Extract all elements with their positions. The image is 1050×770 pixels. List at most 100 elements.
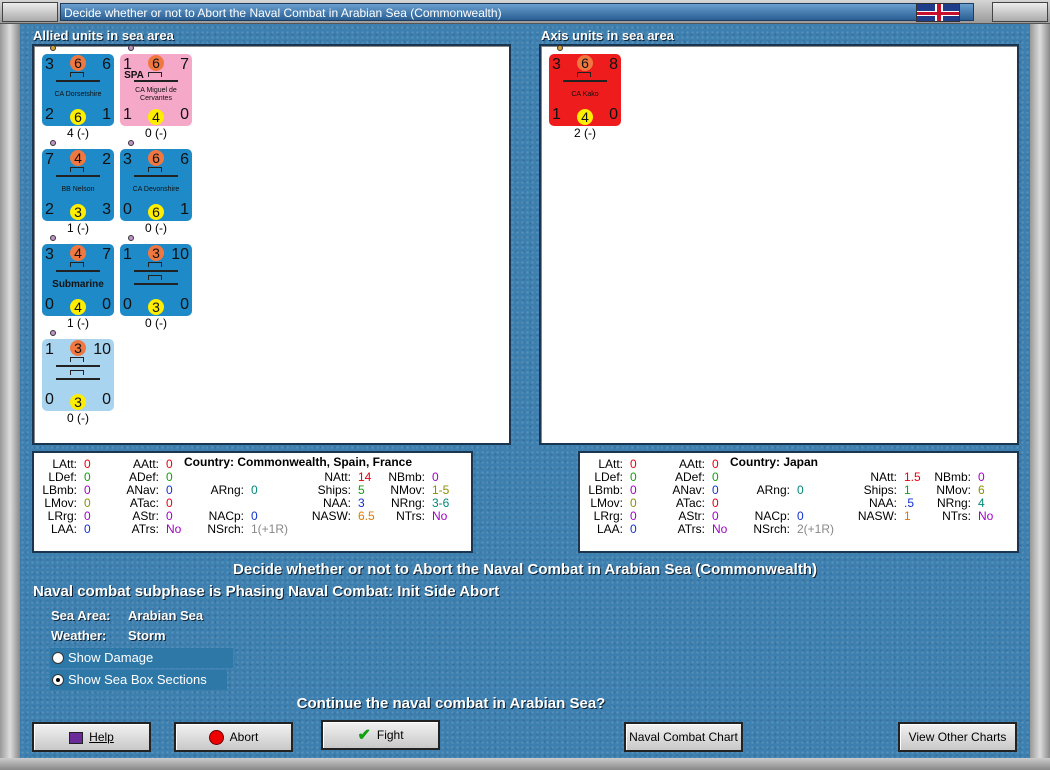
- unit-defense-value: 6: [70, 109, 86, 125]
- stat-label-latt: LAtt:: [598, 457, 623, 471]
- axis-stats-panel: Country: Japan LAtt: 0 LDef: 0 LBmb: 0 LMov: 0 LR…: [578, 451, 1019, 553]
- unit-counter[interactable]: 3 6 6 2 6 1 CA Dorsetshire: [42, 54, 114, 126]
- unit-bottom-right-value: 1: [102, 106, 111, 123]
- abort-button[interactable]: Abort: [174, 722, 293, 752]
- unit-attack-value: 6: [577, 55, 593, 71]
- stat-value-natt: 1.5: [904, 470, 921, 484]
- unit-counter[interactable]: 1 3 10 0 3 0: [42, 339, 114, 411]
- left-frame: [0, 24, 20, 760]
- unit-bottom-left-value: 0: [45, 296, 54, 313]
- unit-bottom-right-value: 0: [180, 106, 189, 123]
- stat-label-nacp: NACp:: [208, 509, 244, 523]
- unit-counter[interactable]: 3 4 7 0 4 0 Submarine: [42, 244, 114, 316]
- unit-top-right-value: 2: [102, 151, 111, 168]
- unit-top-right-value: 10: [171, 246, 189, 263]
- stat-label-atrs: ATrs:: [131, 522, 159, 536]
- stat-label-laa: LAA:: [596, 522, 623, 536]
- unit-attack-value: 6: [148, 55, 164, 71]
- allied-stats-panel: Country: Commonwealth, Spain, France LAtt…: [32, 451, 473, 553]
- unit-status-icon: [128, 45, 134, 51]
- system-menu-button[interactable]: [2, 2, 58, 22]
- weather-label: Weather:: [51, 628, 107, 643]
- continue-question: Continue the naval combat in Arabian Sea…: [296, 695, 606, 712]
- unit-bottom-right-value: 0: [180, 296, 189, 313]
- unit-attack-value: 3: [70, 340, 86, 356]
- show-damage-radio[interactable]: Show Damage: [50, 648, 233, 668]
- unit-counter[interactable]: 1 6 7 1 4 0 CA Miguel de Cervantes SPA: [120, 54, 192, 126]
- unit-name: Submarine: [52, 279, 104, 290]
- unit-nation-tag: SPA: [124, 70, 144, 81]
- unit-attack-value: 4: [70, 150, 86, 166]
- unit-defense-value: 4: [577, 109, 593, 125]
- stat-label-lbmb: LBmb:: [42, 483, 77, 497]
- stat-value-laa: 0: [84, 522, 91, 536]
- unit-defense-value: 3: [70, 204, 86, 220]
- stat-label-nasw: NASW:: [857, 509, 897, 523]
- unit-status-icon: [128, 140, 134, 146]
- stat-label-natt: NAtt:: [324, 470, 351, 484]
- unit-defense-value: 4: [70, 299, 86, 315]
- stat-label-ldef: LDef:: [48, 470, 77, 484]
- stat-label-aatt: AAtt:: [678, 457, 705, 471]
- stat-label-nsrch: NSrch:: [753, 522, 790, 536]
- stat-label-anav: ANav:: [672, 483, 705, 497]
- stat-label-ldef: LDef:: [594, 470, 623, 484]
- abort-label: Abort: [229, 730, 259, 744]
- stat-value-nacp: 0: [251, 509, 258, 523]
- fight-button[interactable]: ✔ Fight: [321, 720, 440, 750]
- stat-value-laa: 0: [630, 522, 637, 536]
- naval-combat-chart-button[interactable]: Naval Combat Chart: [624, 722, 743, 752]
- stat-value-ntrs: No: [432, 509, 448, 523]
- unit-top-left-value: 1: [123, 246, 132, 263]
- stat-value-nrng: 3-6: [432, 496, 450, 510]
- ship-silhouette-icon: [134, 167, 178, 177]
- unit-name: CA Devonshire: [132, 186, 180, 193]
- stat-value-nasw: 6.5: [358, 509, 375, 523]
- stat-label-arng: ARng:: [756, 483, 790, 497]
- unit-counter[interactable]: 3 6 6 0 6 1 CA Devonshire: [120, 149, 192, 221]
- stat-value-anav: 0: [166, 483, 173, 497]
- stat-value-lmov: 0: [84, 496, 91, 510]
- unit-bottom-right-value: 0: [609, 106, 618, 123]
- ship-silhouette-icon: [56, 72, 100, 82]
- unit-bottom-left-value: 1: [552, 106, 561, 123]
- stat-value-atac: 0: [712, 496, 719, 510]
- stat-label-adef: ADef:: [128, 470, 159, 484]
- unit-bottom-right-value: 0: [102, 391, 111, 408]
- stat-value-naa: 3: [358, 496, 365, 510]
- unit-count-label: 4 (-): [67, 126, 89, 140]
- allied_stats-country-label: Country: Commonwealth, Spain, France: [184, 455, 413, 469]
- unit-status-icon: [557, 45, 563, 51]
- stat-label-nbmb: NBmb:: [934, 470, 971, 484]
- stat-value-atac: 0: [166, 496, 173, 510]
- help-button[interactable]: Help: [32, 722, 151, 752]
- stat-value-nmov: 1-5: [432, 483, 450, 497]
- ship-silhouette-icon: [56, 370, 100, 380]
- stat-value-lmov: 0: [630, 496, 637, 510]
- stat-value-nsrch: 1(+1R): [251, 522, 289, 536]
- unit-top-left-value: 3: [45, 56, 54, 73]
- stat-value-astr: 0: [166, 509, 173, 523]
- unit-count-label: 0 (-): [145, 316, 167, 330]
- unit-counter[interactable]: 7 4 2 2 3 3 BB Nelson: [42, 149, 114, 221]
- view-other-charts-button[interactable]: View Other Charts: [898, 722, 1017, 752]
- unit-top-right-value: 7: [102, 246, 111, 263]
- unit-bottom-right-value: 1: [180, 201, 189, 218]
- unit-count-label: 2 (-): [574, 126, 596, 140]
- stat-label-aatt: AAtt:: [132, 457, 159, 471]
- checkmark-icon: ✔: [357, 726, 371, 744]
- stat-label-nmov: NMov:: [936, 483, 971, 497]
- stat-label-laa: LAA:: [50, 522, 77, 536]
- stat-label-naa: NAA:: [322, 496, 351, 510]
- stat-value-astr: 0: [712, 509, 719, 523]
- unit-top-right-value: 6: [102, 56, 111, 73]
- sea-area-label: Sea Area:: [51, 608, 111, 623]
- window-title: Decide whether or not to Abort the Naval…: [60, 3, 974, 21]
- unit-attack-value: 6: [148, 150, 164, 166]
- unit-counter[interactable]: 1 3 10 0 3 0: [120, 244, 192, 316]
- ship-silhouette-icon: [134, 262, 178, 272]
- show-sea-box-sections-radio[interactable]: Show Sea Box Sections: [50, 670, 227, 690]
- window-control-button[interactable]: [992, 2, 1048, 22]
- unit-bottom-left-value: 2: [45, 106, 54, 123]
- unit-counter[interactable]: 3 6 8 1 4 0 CA Kako: [549, 54, 621, 126]
